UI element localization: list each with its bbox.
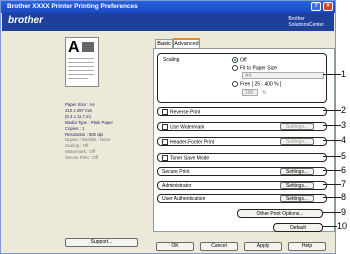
callout-line xyxy=(323,110,341,111)
tab-basic[interactable]: Basic xyxy=(155,39,173,48)
window-title: Brother XXXX Printer Printing Preference… xyxy=(7,3,138,10)
help-title-button[interactable]: ? xyxy=(311,2,321,11)
callout-line xyxy=(323,140,341,141)
callout-number-8: 8 xyxy=(341,192,347,202)
apply-button[interactable]: Apply xyxy=(244,242,282,251)
checkbox-icon[interactable] xyxy=(162,109,168,115)
solutions-center-link[interactable]: Brother SolutionsCenter xyxy=(288,16,324,28)
preview-line xyxy=(68,70,94,71)
checkbox-icon[interactable] xyxy=(162,139,168,145)
ok-button[interactable]: OK xyxy=(156,242,194,251)
callout-line xyxy=(323,212,341,213)
radio-icon xyxy=(232,81,238,87)
scaling-free-option[interactable]: Free [ 25 - 400 % ] xyxy=(232,81,281,87)
page-preview: A xyxy=(65,37,99,87)
scaling-label: Scaling xyxy=(163,57,180,63)
secure-print-settings-button[interactable]: Settings... xyxy=(280,168,314,175)
preview-line xyxy=(68,66,94,67)
callout-number-9: 9 xyxy=(341,207,347,217)
close-button[interactable]: × xyxy=(323,2,333,11)
radio-icon xyxy=(232,65,238,71)
title-bar: Brother XXXX Printer Printing Preference… xyxy=(1,1,335,13)
administrator-settings-button[interactable]: Settings... xyxy=(280,182,314,189)
brand-logo: brother xyxy=(8,15,43,26)
user-auth-settings-button[interactable]: Settings... xyxy=(280,195,314,202)
preview-line xyxy=(68,74,94,75)
callout-number-5: 5 xyxy=(341,151,347,161)
preview-line xyxy=(68,62,94,63)
callout-number-1: 1 xyxy=(341,69,347,79)
tab-advanced[interactable]: Advanced xyxy=(173,38,200,48)
secure-print-row: Secure Print Settings... xyxy=(157,167,327,176)
preview-line xyxy=(68,58,94,59)
administrator-row: Administrator Settings... xyxy=(157,181,327,190)
scaling-group: Scaling Off Fit to Paper Size A4 Free [ … xyxy=(157,53,327,103)
callout-number-6: 6 xyxy=(341,165,347,175)
callout-line xyxy=(323,74,341,75)
watermark-label: Use Watermark xyxy=(170,124,205,131)
cancel-button[interactable]: Cancel xyxy=(200,242,238,251)
preview-image-icon xyxy=(82,42,94,52)
callout-number-10: 10 xyxy=(337,221,348,231)
header-footer-row[interactable]: Header-Footer Print Settings... xyxy=(157,137,327,146)
checkbox-icon[interactable] xyxy=(162,124,168,130)
scaling-free-label: Free [ 25 - 400 % ] xyxy=(240,81,282,88)
support-button[interactable]: Support... xyxy=(65,238,138,247)
preview-line xyxy=(68,78,88,79)
header-footer-label: Header-Footer Print xyxy=(170,139,215,146)
callout-line xyxy=(323,125,341,126)
scaling-fit-option[interactable]: Fit to Paper Size xyxy=(232,65,277,71)
checkbox-icon[interactable] xyxy=(162,155,168,161)
callout-line xyxy=(323,184,341,185)
toner-save-label: Toner Save Mode xyxy=(170,155,210,162)
callout-number-4: 4 xyxy=(341,135,347,145)
callout-line xyxy=(323,170,341,171)
paper-size-select[interactable]: A4 xyxy=(242,72,324,79)
summary-secure: Secure Print : Off xyxy=(65,155,98,161)
scaling-off-label: Off xyxy=(240,57,247,64)
scaling-off-option[interactable]: Off xyxy=(232,57,247,63)
user-auth-label: User Authentication xyxy=(162,196,206,202)
solutions-line-2: SolutionsCenter xyxy=(288,22,324,28)
settings-summary: Paper Size : A4 210 x 297 mm (8.3 x 11.7… xyxy=(65,102,137,161)
header-footer-settings-button[interactable]: Settings... xyxy=(280,138,314,145)
callout-number-7: 7 xyxy=(341,179,347,189)
radio-icon xyxy=(232,57,238,63)
user-auth-row: User Authentication Settings... xyxy=(157,194,327,203)
other-print-options-button[interactable]: Other Print Options... xyxy=(237,209,323,218)
watermark-settings-button[interactable]: Settings... xyxy=(280,123,314,130)
scaling-fit-label: Fit to Paper Size xyxy=(240,65,277,72)
default-button[interactable]: Default xyxy=(273,223,323,232)
brand-banner: brother Brother SolutionsCenter xyxy=(2,13,334,31)
scaling-percent-input[interactable]: 100 xyxy=(242,89,258,96)
watermark-row[interactable]: Use Watermark Settings... xyxy=(157,122,327,131)
reverse-print-row[interactable]: Reverse Print xyxy=(157,107,327,116)
secure-print-label: Secure Print xyxy=(162,169,190,175)
callout-line xyxy=(323,226,337,227)
help-button[interactable]: Help xyxy=(288,242,326,251)
callout-number-3: 3 xyxy=(341,120,347,130)
callout-line xyxy=(323,197,341,198)
callout-line xyxy=(323,156,341,157)
percent-unit: % xyxy=(262,90,267,96)
preview-letter-icon: A xyxy=(68,39,80,56)
callout-number-2: 2 xyxy=(341,105,347,115)
administrator-label: Administrator xyxy=(162,183,192,189)
toner-save-row[interactable]: Toner Save Mode xyxy=(157,153,327,162)
preferences-window: Brother XXXX Printer Printing Preference… xyxy=(0,0,336,254)
reverse-print-label: Reverse Print xyxy=(170,109,201,116)
